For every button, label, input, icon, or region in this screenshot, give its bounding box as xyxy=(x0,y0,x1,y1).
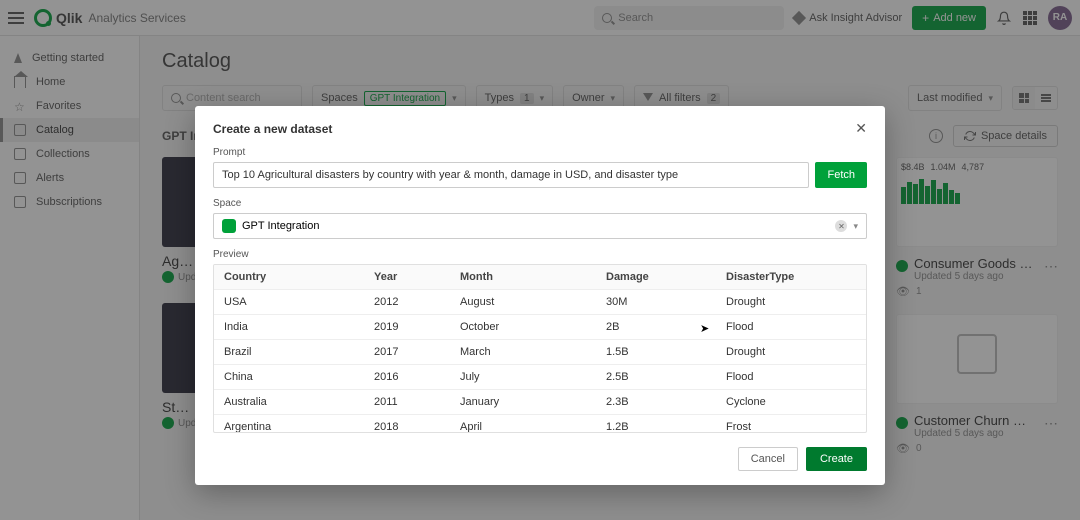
create-dataset-modal: Create a new dataset ✕ Prompt Fetch Spac… xyxy=(195,106,885,485)
table-cell: 2017 xyxy=(364,340,450,364)
table-cell: 2012 xyxy=(364,290,450,314)
space-value: GPT Integration xyxy=(242,220,319,232)
table-cell: March xyxy=(450,340,596,364)
col-header: Month xyxy=(450,265,596,289)
table-cell: April xyxy=(450,415,596,432)
table-cell: Argentina xyxy=(214,415,364,432)
preview-table: Country Year Month Damage DisasterType U… xyxy=(213,264,867,433)
table-cell: 1.2B xyxy=(596,415,716,432)
table-cell: India xyxy=(214,315,364,339)
fetch-button[interactable]: Fetch xyxy=(815,162,867,188)
table-row: Argentina2018April1.2BFrost xyxy=(214,415,866,432)
table-cell: August xyxy=(450,290,596,314)
space-label: Space xyxy=(213,198,867,209)
table-cell: Drought xyxy=(716,340,866,364)
table-cell: Drought xyxy=(716,290,866,314)
table-cell: 2016 xyxy=(364,365,450,389)
clear-icon[interactable]: ✕ xyxy=(835,220,847,232)
table-cell: 2B xyxy=(596,315,716,339)
col-header: Country xyxy=(214,265,364,289)
table-cell: 2018 xyxy=(364,415,450,432)
table-row: Australia2011January2.3BCyclone xyxy=(214,390,866,415)
table-cell: 2019 xyxy=(364,315,450,339)
table-header: Country Year Month Damage DisasterType xyxy=(214,265,866,290)
table-cell: USA xyxy=(214,290,364,314)
prompt-input[interactable] xyxy=(213,162,809,188)
table-cell: 2011 xyxy=(364,390,450,414)
table-row: India2019October2BFlood xyxy=(214,315,866,340)
cancel-button[interactable]: Cancel xyxy=(738,447,798,471)
table-cell: Flood xyxy=(716,365,866,389)
table-row: Brazil2017March1.5BDrought xyxy=(214,340,866,365)
space-icon xyxy=(222,219,236,233)
table-cell: China xyxy=(214,365,364,389)
table-cell: Brazil xyxy=(214,340,364,364)
prompt-label: Prompt xyxy=(213,147,867,158)
table-cell: July xyxy=(450,365,596,389)
create-button[interactable]: Create xyxy=(806,447,867,471)
table-cell: 2.5B xyxy=(596,365,716,389)
space-select[interactable]: GPT Integration ✕ ▾ xyxy=(213,213,867,239)
table-cell: 2.3B xyxy=(596,390,716,414)
table-cell: 30M xyxy=(596,290,716,314)
col-header: Year xyxy=(364,265,450,289)
chevron-down-icon: ▾ xyxy=(853,221,858,232)
col-header: DisasterType xyxy=(716,265,866,289)
modal-title: Create a new dataset xyxy=(213,122,332,136)
table-body[interactable]: USA2012August30MDroughtIndia2019October2… xyxy=(214,290,866,432)
col-header: Damage xyxy=(596,265,716,289)
table-cell: Cyclone xyxy=(716,390,866,414)
table-row: USA2012August30MDrought xyxy=(214,290,866,315)
table-cell: Frost xyxy=(716,415,866,432)
table-cell: October xyxy=(450,315,596,339)
preview-label: Preview xyxy=(213,249,867,260)
close-icon[interactable]: ✕ xyxy=(855,120,867,137)
table-cell: Australia xyxy=(214,390,364,414)
modal-backdrop: Create a new dataset ✕ Prompt Fetch Spac… xyxy=(0,0,1080,520)
table-cell: January xyxy=(450,390,596,414)
table-cell: Flood xyxy=(716,315,866,339)
table-cell: 1.5B xyxy=(596,340,716,364)
table-row: China2016July2.5BFlood xyxy=(214,365,866,390)
